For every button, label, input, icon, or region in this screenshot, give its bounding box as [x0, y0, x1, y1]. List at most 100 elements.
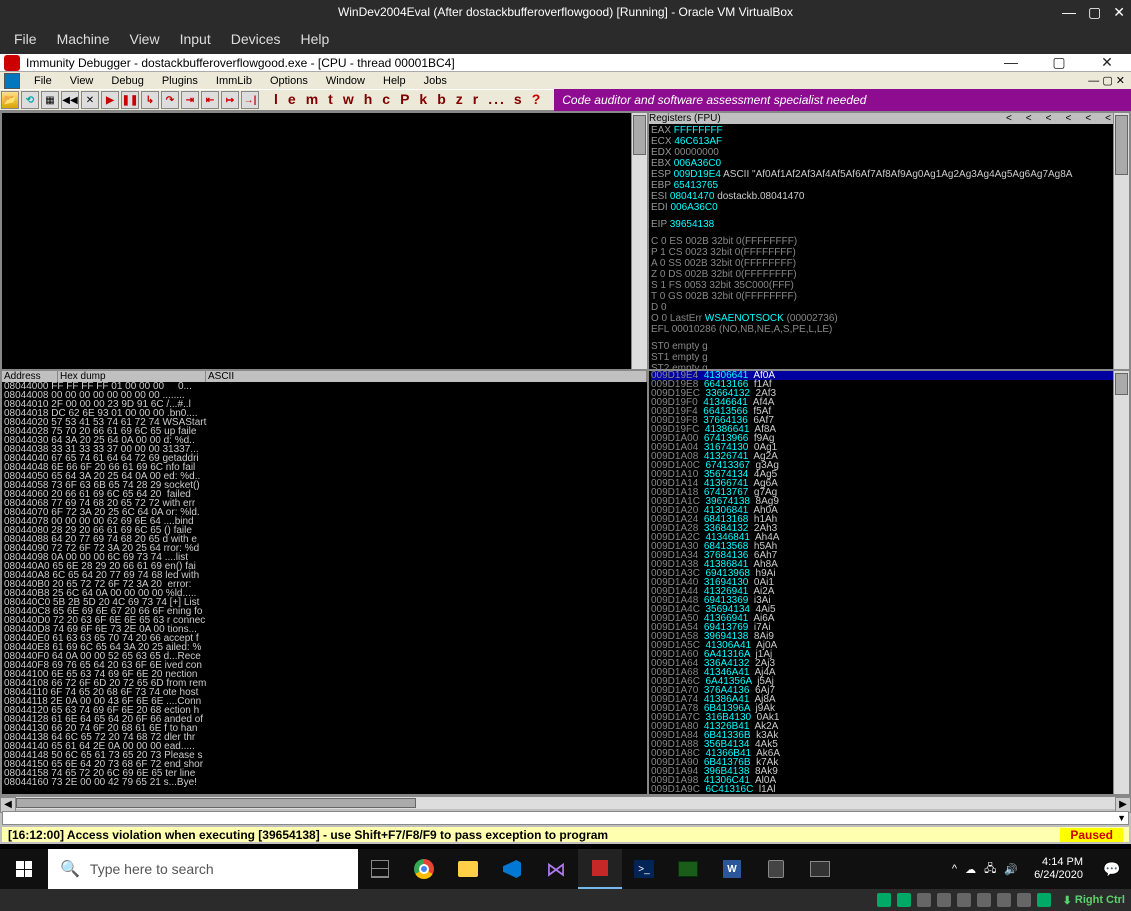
menu-help[interactable]: Help [375, 74, 414, 88]
immunity-titlebar[interactable]: Immunity Debugger - dostackbufferoverflo… [0, 54, 1131, 72]
tray-onedrive-icon[interactable]: ☁ [965, 863, 976, 876]
vb-menu-input[interactable]: Input [180, 31, 211, 47]
toolbar-letter-P[interactable]: P [396, 91, 415, 107]
toolbar-letter-...[interactable]: ... [484, 91, 510, 107]
flag-line[interactable]: S 1 FS 0053 32bit 35C000(FFF) [651, 280, 1127, 291]
fpu-line[interactable]: ST2 empty g [651, 363, 1127, 369]
taskbar-visualstudio[interactable]: ⋈ [534, 849, 578, 889]
dump-row[interactable]: 08044160 73 2E 00 00 42 79 65 21 s...Bye… [4, 778, 645, 787]
rewind-button[interactable]: ◀◀ [61, 91, 79, 109]
menu-plugins[interactable]: Plugins [154, 74, 206, 88]
menu-options[interactable]: Options [262, 74, 316, 88]
menu-jobs[interactable]: Jobs [416, 74, 455, 88]
menu-file[interactable]: File [26, 74, 60, 88]
start-button[interactable] [0, 849, 48, 889]
flag-line[interactable]: T 0 GS 002B 32bit 0(FFFFFFFF) [651, 291, 1127, 302]
taskbar-immunity[interactable] [578, 849, 622, 889]
register-eax[interactable]: EAX FFFFFFFF [651, 125, 1127, 136]
tool-b[interactable]: ▦ [41, 91, 59, 109]
register-esi[interactable]: ESI 08041470 dostackb.08041470 [651, 191, 1127, 202]
horizontal-scrollbar[interactable]: ◀ ▶ [0, 796, 1131, 809]
registers-pane[interactable]: Registers (FPU) <<<<<< EAX FFFFFFFFECX 4… [649, 113, 1129, 369]
open-file-button[interactable]: 📂 [1, 91, 19, 109]
toolbar-letter-c[interactable]: c [378, 91, 396, 107]
fpu-line[interactable]: ST0 empty g [651, 341, 1127, 352]
toolbar-letter-t[interactable]: t [324, 91, 339, 107]
stack-pane[interactable]: 009D19E4 41306641 Af0A009D19E8 66413166 … [649, 371, 1129, 794]
flag-line[interactable]: P 1 CS 0023 32bit 0(FFFFFFFF) [651, 247, 1127, 258]
pause-button[interactable]: ❚❚ [121, 91, 139, 109]
virtualbox-menubar[interactable]: File Machine View Input Devices Help [0, 24, 1131, 54]
flag-line[interactable]: C 0 ES 002B 32bit 0(FFFFFFFF) [651, 236, 1127, 247]
command-dropdown-arrow[interactable]: ▼ [1117, 813, 1126, 823]
search-box[interactable]: 🔍 Type here to search [48, 849, 358, 889]
register-ebx[interactable]: EBX 006A36C0 [651, 158, 1127, 169]
immunity-maximize-button[interactable]: ▢ [1039, 54, 1079, 71]
taskbar-recyclebin[interactable] [754, 849, 798, 889]
windows-taskbar[interactable]: 🔍 Type here to search ⋈ >_ W ^ ☁ 🖧 🔊 4:1… [0, 849, 1131, 889]
stack-row[interactable]: 009D1A9C 6C41316C l1Al [651, 785, 1127, 794]
flag-line[interactable]: D 0 [651, 302, 1127, 313]
cpu-window-icon[interactable] [4, 73, 20, 89]
vb-menu-view[interactable]: View [129, 31, 159, 47]
toolbar-letter-l[interactable]: l [270, 91, 284, 107]
taskbar-explorer[interactable] [446, 849, 490, 889]
trace-over-button[interactable]: ⇤ [201, 91, 219, 109]
tool-a[interactable]: ⟲ [21, 91, 39, 109]
toolbar-letter-k[interactable]: k [415, 91, 433, 107]
toolbar-letter-h[interactable]: h [360, 91, 379, 107]
stack-scrollbar[interactable] [1113, 371, 1129, 794]
flag-line[interactable]: Z 0 DS 002B 32bit 0(FFFFFFFF) [651, 269, 1127, 280]
taskbar-powershell[interactable]: >_ [622, 849, 666, 889]
toolbar-letter-m[interactable]: m [302, 91, 324, 107]
vb-menu-help[interactable]: Help [301, 31, 330, 47]
register-edi[interactable]: EDI 006A36C0 [651, 202, 1127, 213]
step-into-button[interactable]: ↳ [141, 91, 159, 109]
vb-close-button[interactable]: ✕ [1113, 4, 1125, 21]
register-ecx[interactable]: ECX 46C613AF [651, 136, 1127, 147]
register-esp[interactable]: ESP 009D19E4 ASCII "Af0Af1Af2Af3Af4Af5Af… [651, 169, 1127, 180]
vb-minimize-button[interactable]: — [1062, 4, 1076, 21]
disasm-scrollbar[interactable] [631, 113, 647, 369]
toolbar-letter-b[interactable]: b [433, 91, 452, 107]
toolbar-letter-s[interactable]: s [510, 91, 528, 107]
taskbar-taskmgr[interactable] [666, 849, 710, 889]
menu-debug[interactable]: Debug [103, 74, 151, 88]
mdi-controls[interactable]: — ▢ ✕ [1080, 73, 1131, 88]
tray-network-icon[interactable]: 🖧 [984, 860, 996, 879]
toolbar-letter-w[interactable]: w [339, 91, 360, 107]
vb-menu-machine[interactable]: Machine [57, 31, 110, 47]
run-to-cursor-button[interactable]: →| [241, 91, 259, 109]
taskbar-vscode[interactable] [490, 849, 534, 889]
tray-volume-icon[interactable]: 🔊 [1004, 863, 1018, 876]
taskbar-chrome[interactable] [402, 849, 446, 889]
toolbar-letter-?[interactable]: ? [528, 91, 547, 107]
step-over-button[interactable]: ↷ [161, 91, 179, 109]
register-edx[interactable]: EDX 00000000 [651, 147, 1127, 158]
tray-chevron-icon[interactable]: ^ [952, 863, 957, 875]
immunity-menubar[interactable]: File View Debug Plugins ImmLib Options W… [0, 72, 1131, 89]
trace-into-button[interactable]: ⇥ [181, 91, 199, 109]
toolbar-letter-z[interactable]: z [452, 91, 469, 107]
disassembly-pane[interactable] [2, 113, 647, 369]
command-input[interactable]: ▼ [2, 811, 1129, 825]
vb-menu-file[interactable]: File [14, 31, 37, 47]
menu-view[interactable]: View [62, 74, 102, 88]
hscroll-thumb[interactable] [16, 798, 416, 808]
flag-line[interactable]: A 0 SS 002B 32bit 0(FFFFFFFF) [651, 258, 1127, 269]
vb-maximize-button[interactable]: ▢ [1088, 4, 1101, 21]
flag-line[interactable]: O 0 LastErr WSAENOTSOCK (00002736) [651, 313, 1127, 324]
register-ebp[interactable]: EBP 65413765 [651, 180, 1127, 191]
close-cross-button[interactable]: ✕ [81, 91, 99, 109]
taskview-button[interactable] [358, 849, 402, 889]
taskbar-word[interactable]: W [710, 849, 754, 889]
toolbar-letter-r[interactable]: r [469, 91, 484, 107]
run-button[interactable]: ▶ [101, 91, 119, 109]
registers-nav-arrows[interactable]: <<<<<< [1006, 113, 1129, 124]
toolbar-letter-e[interactable]: e [284, 91, 302, 107]
virtualbox-statusbar[interactable]: ⬇Right Ctrl [0, 889, 1131, 911]
tray-clock[interactable]: 4:14 PM 6/24/2020 [1026, 856, 1091, 882]
taskbar-thispc[interactable] [798, 849, 842, 889]
immunity-toolbar[interactable]: 📂 ⟲ ▦ ◀◀ ✕ ▶ ❚❚ ↳ ↷ ⇥ ⇤ ↦ →| lemtwhcPkbz… [0, 89, 1131, 111]
registers-scrollbar[interactable] [1113, 113, 1129, 369]
